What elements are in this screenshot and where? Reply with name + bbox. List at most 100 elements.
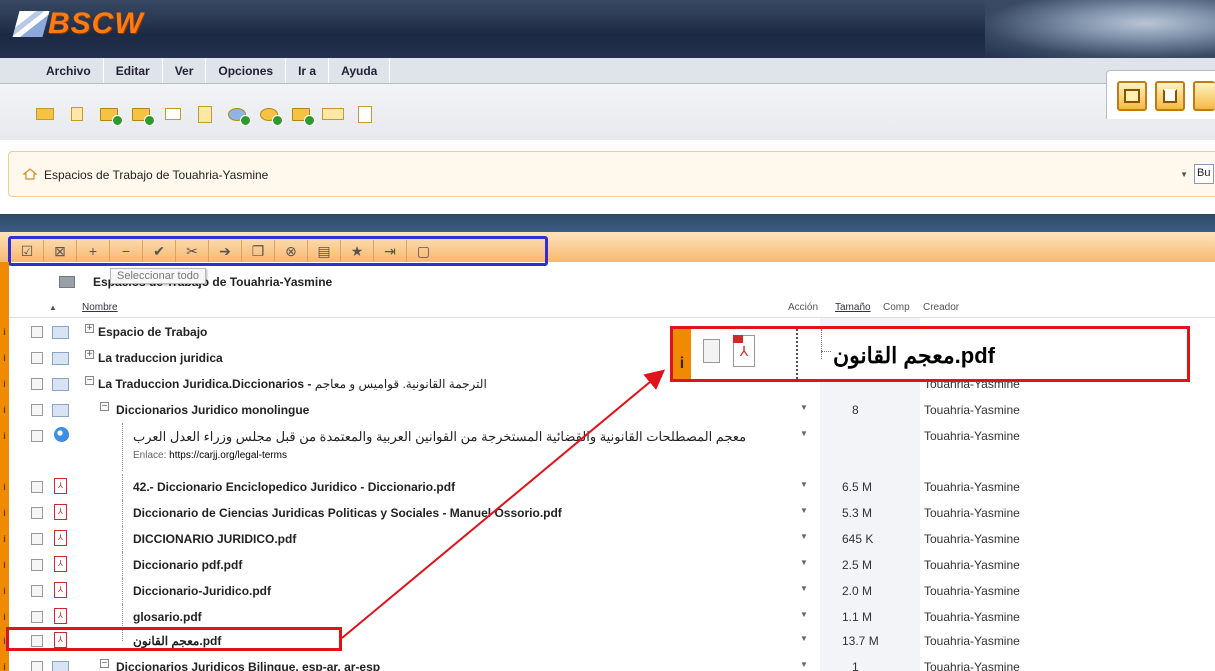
table-row[interactable]: i ⅄ Diccionario pdf.pdf ▼ 2.5 M Touahria… xyxy=(0,552,1215,578)
delete-icon[interactable]: ⊗ xyxy=(275,240,308,262)
row-checkbox[interactable] xyxy=(31,661,43,671)
action-menu-icon[interactable]: ▼ xyxy=(800,429,808,438)
cut-icon[interactable]: ✂ xyxy=(176,240,209,262)
menu-opciones[interactable]: Opciones xyxy=(206,58,287,83)
table-row[interactable]: i − Diccionarios Juridicos Bilingue. esp… xyxy=(0,654,1215,671)
link-url[interactable]: https://carjj.org/legal-terms xyxy=(169,450,287,461)
select-all-icon[interactable]: ☑ xyxy=(11,240,44,262)
info-icon[interactable]: i xyxy=(0,526,9,552)
table-row[interactable]: i ⅄ 42.- Diccionario Enciclopedico Jurid… xyxy=(0,474,1215,500)
action-menu-icon[interactable]: ▼ xyxy=(800,506,808,515)
row-checkbox[interactable] xyxy=(31,611,43,623)
menu-editar[interactable]: Editar xyxy=(104,58,163,83)
table-row[interactable]: i ⅄ Diccionario de Ciencias Juridicas Po… xyxy=(0,500,1215,526)
deselect-icon[interactable]: ⊠ xyxy=(44,240,77,262)
info-icon[interactable]: i xyxy=(0,319,9,345)
action-menu-icon[interactable]: ▼ xyxy=(800,480,808,489)
new-document-icon[interactable] xyxy=(194,105,216,123)
row-checkbox[interactable] xyxy=(31,404,43,416)
new-folder-icon[interactable] xyxy=(130,105,155,126)
upload-icon[interactable] xyxy=(162,105,184,123)
row-name[interactable]: معجم المصطلحات القانونية والقضائية المست… xyxy=(133,429,746,445)
new-group-icon[interactable] xyxy=(290,105,315,126)
clipboard-icon[interactable]: ▢ xyxy=(407,240,440,262)
new-discussion-icon[interactable] xyxy=(258,105,283,126)
check-icon[interactable]: ✔ xyxy=(143,240,176,262)
action-menu-icon[interactable]: ▼ xyxy=(800,634,808,643)
expand-icon[interactable]: − xyxy=(100,659,109,669)
copy-icon[interactable]: ❐ xyxy=(242,240,275,262)
row-name[interactable]: Diccionario de Ciencias Juridicas Politi… xyxy=(133,506,562,520)
clipboard-icon[interactable] xyxy=(1193,81,1215,111)
action-menu-icon[interactable]: ▼ xyxy=(800,558,808,567)
row-name[interactable]: Diccionario-Juridico.pdf xyxy=(133,584,271,598)
menu-ayuda[interactable]: Ayuda xyxy=(329,58,391,83)
row-name[interactable]: Diccionarios Juridico monolingue xyxy=(116,403,309,417)
row-checkbox[interactable] xyxy=(31,533,43,545)
info-icon[interactable]: i xyxy=(0,578,9,604)
row-checkbox[interactable] xyxy=(31,326,43,338)
row-name[interactable]: La traduccion juridica xyxy=(98,351,223,365)
move-icon[interactable]: ➔ xyxy=(209,240,242,262)
bscw-logo[interactable]: BSCW xyxy=(12,4,144,44)
column-creador[interactable]: Creador xyxy=(923,302,959,313)
info-icon[interactable] xyxy=(66,105,88,123)
row-name[interactable]: Diccionario pdf.pdf xyxy=(133,558,242,572)
menu-ver[interactable]: Ver xyxy=(163,58,207,83)
row-checkbox[interactable] xyxy=(31,352,43,364)
collapse-icon[interactable]: − xyxy=(110,240,143,262)
new-workspace-icon[interactable] xyxy=(98,105,123,126)
row-checkbox[interactable] xyxy=(31,481,43,493)
action-menu-icon[interactable]: ▼ xyxy=(800,403,808,412)
menu-ir-a[interactable]: Ir a xyxy=(286,58,330,83)
export-icon[interactable]: ⇥ xyxy=(374,240,407,262)
action-menu-icon[interactable]: ▼ xyxy=(800,660,808,669)
bookmark-icon[interactable]: ★ xyxy=(341,240,374,262)
row-checkbox[interactable] xyxy=(31,430,43,442)
archive-icon[interactable]: ▤ xyxy=(308,240,341,262)
new-note-icon[interactable] xyxy=(354,105,376,123)
info-icon[interactable]: i xyxy=(0,345,9,371)
table-row[interactable]: i معجم المصطلحات القانونية والقضائية الم… xyxy=(0,423,1215,471)
details-view-icon[interactable] xyxy=(1117,81,1147,111)
info-icon[interactable]: i xyxy=(0,423,9,471)
breadcrumb-link[interactable]: Espacios de Trabajo de Touahria-Yasmine xyxy=(44,168,268,182)
breadcrumb-select-value[interactable]: Bu xyxy=(1194,164,1214,184)
new-url-icon[interactable] xyxy=(226,105,251,126)
row-name[interactable]: glosario.pdf xyxy=(133,610,202,624)
collapse-icon[interactable]: − xyxy=(85,376,94,386)
info-icon[interactable]: i xyxy=(0,552,9,578)
info-icon[interactable]: i xyxy=(0,397,9,423)
table-row[interactable]: i ⅄ Diccionario-Juridico.pdf ▼ 2.0 M Tou… xyxy=(0,578,1215,604)
home-icon[interactable] xyxy=(23,168,37,180)
action-menu-icon[interactable]: ▼ xyxy=(800,584,808,593)
chevron-down-icon[interactable]: ▼ xyxy=(1180,170,1188,179)
action-menu-icon[interactable]: ▼ xyxy=(800,610,808,619)
table-row[interactable]: i ⅄ DICCIONARIO JURIDICO.pdf ▼ 645 K Tou… xyxy=(0,526,1215,552)
row-name[interactable]: DICCIONARIO JURIDICO.pdf xyxy=(133,532,296,546)
info-icon[interactable]: i xyxy=(0,654,9,671)
menu-archivo[interactable]: Archivo xyxy=(34,58,104,83)
action-menu-icon[interactable]: ▼ xyxy=(800,532,808,541)
row-name[interactable]: Diccionarios Juridicos Bilingue. esp-ar,… xyxy=(116,660,380,671)
new-flow-icon[interactable] xyxy=(322,105,344,123)
sort-ascending-icon[interactable]: ▲ xyxy=(49,303,57,312)
home-icon[interactable] xyxy=(1155,81,1185,111)
info-icon[interactable]: i xyxy=(0,371,9,397)
row-name[interactable]: Espacio de Trabajo xyxy=(98,325,207,339)
info-icon[interactable]: i xyxy=(0,500,9,526)
breadcrumb-select[interactable]: ▼ Bu xyxy=(1180,164,1214,184)
row-checkbox[interactable] xyxy=(31,378,43,390)
column-comp[interactable]: Comp xyxy=(883,302,910,313)
row-link[interactable]: Enlace: https://carjj.org/legal-terms xyxy=(133,450,287,461)
expand-icon[interactable]: + xyxy=(77,240,110,262)
row-name[interactable]: 42.- Diccionario Enciclopedico Juridico … xyxy=(133,480,455,494)
row-name[interactable]: La Traduccion Juridica.Diccionarios - ال… xyxy=(98,377,487,391)
column-name[interactable]: Nombre xyxy=(82,302,118,313)
expand-icon[interactable]: + xyxy=(85,350,94,360)
table-row[interactable]: i − Diccionarios Juridico monolingue ▼ 8… xyxy=(0,397,1215,423)
expand-icon[interactable]: + xyxy=(85,324,94,334)
row-checkbox[interactable] xyxy=(31,585,43,597)
open-folder-icon[interactable] xyxy=(34,105,56,123)
row-checkbox[interactable] xyxy=(31,507,43,519)
